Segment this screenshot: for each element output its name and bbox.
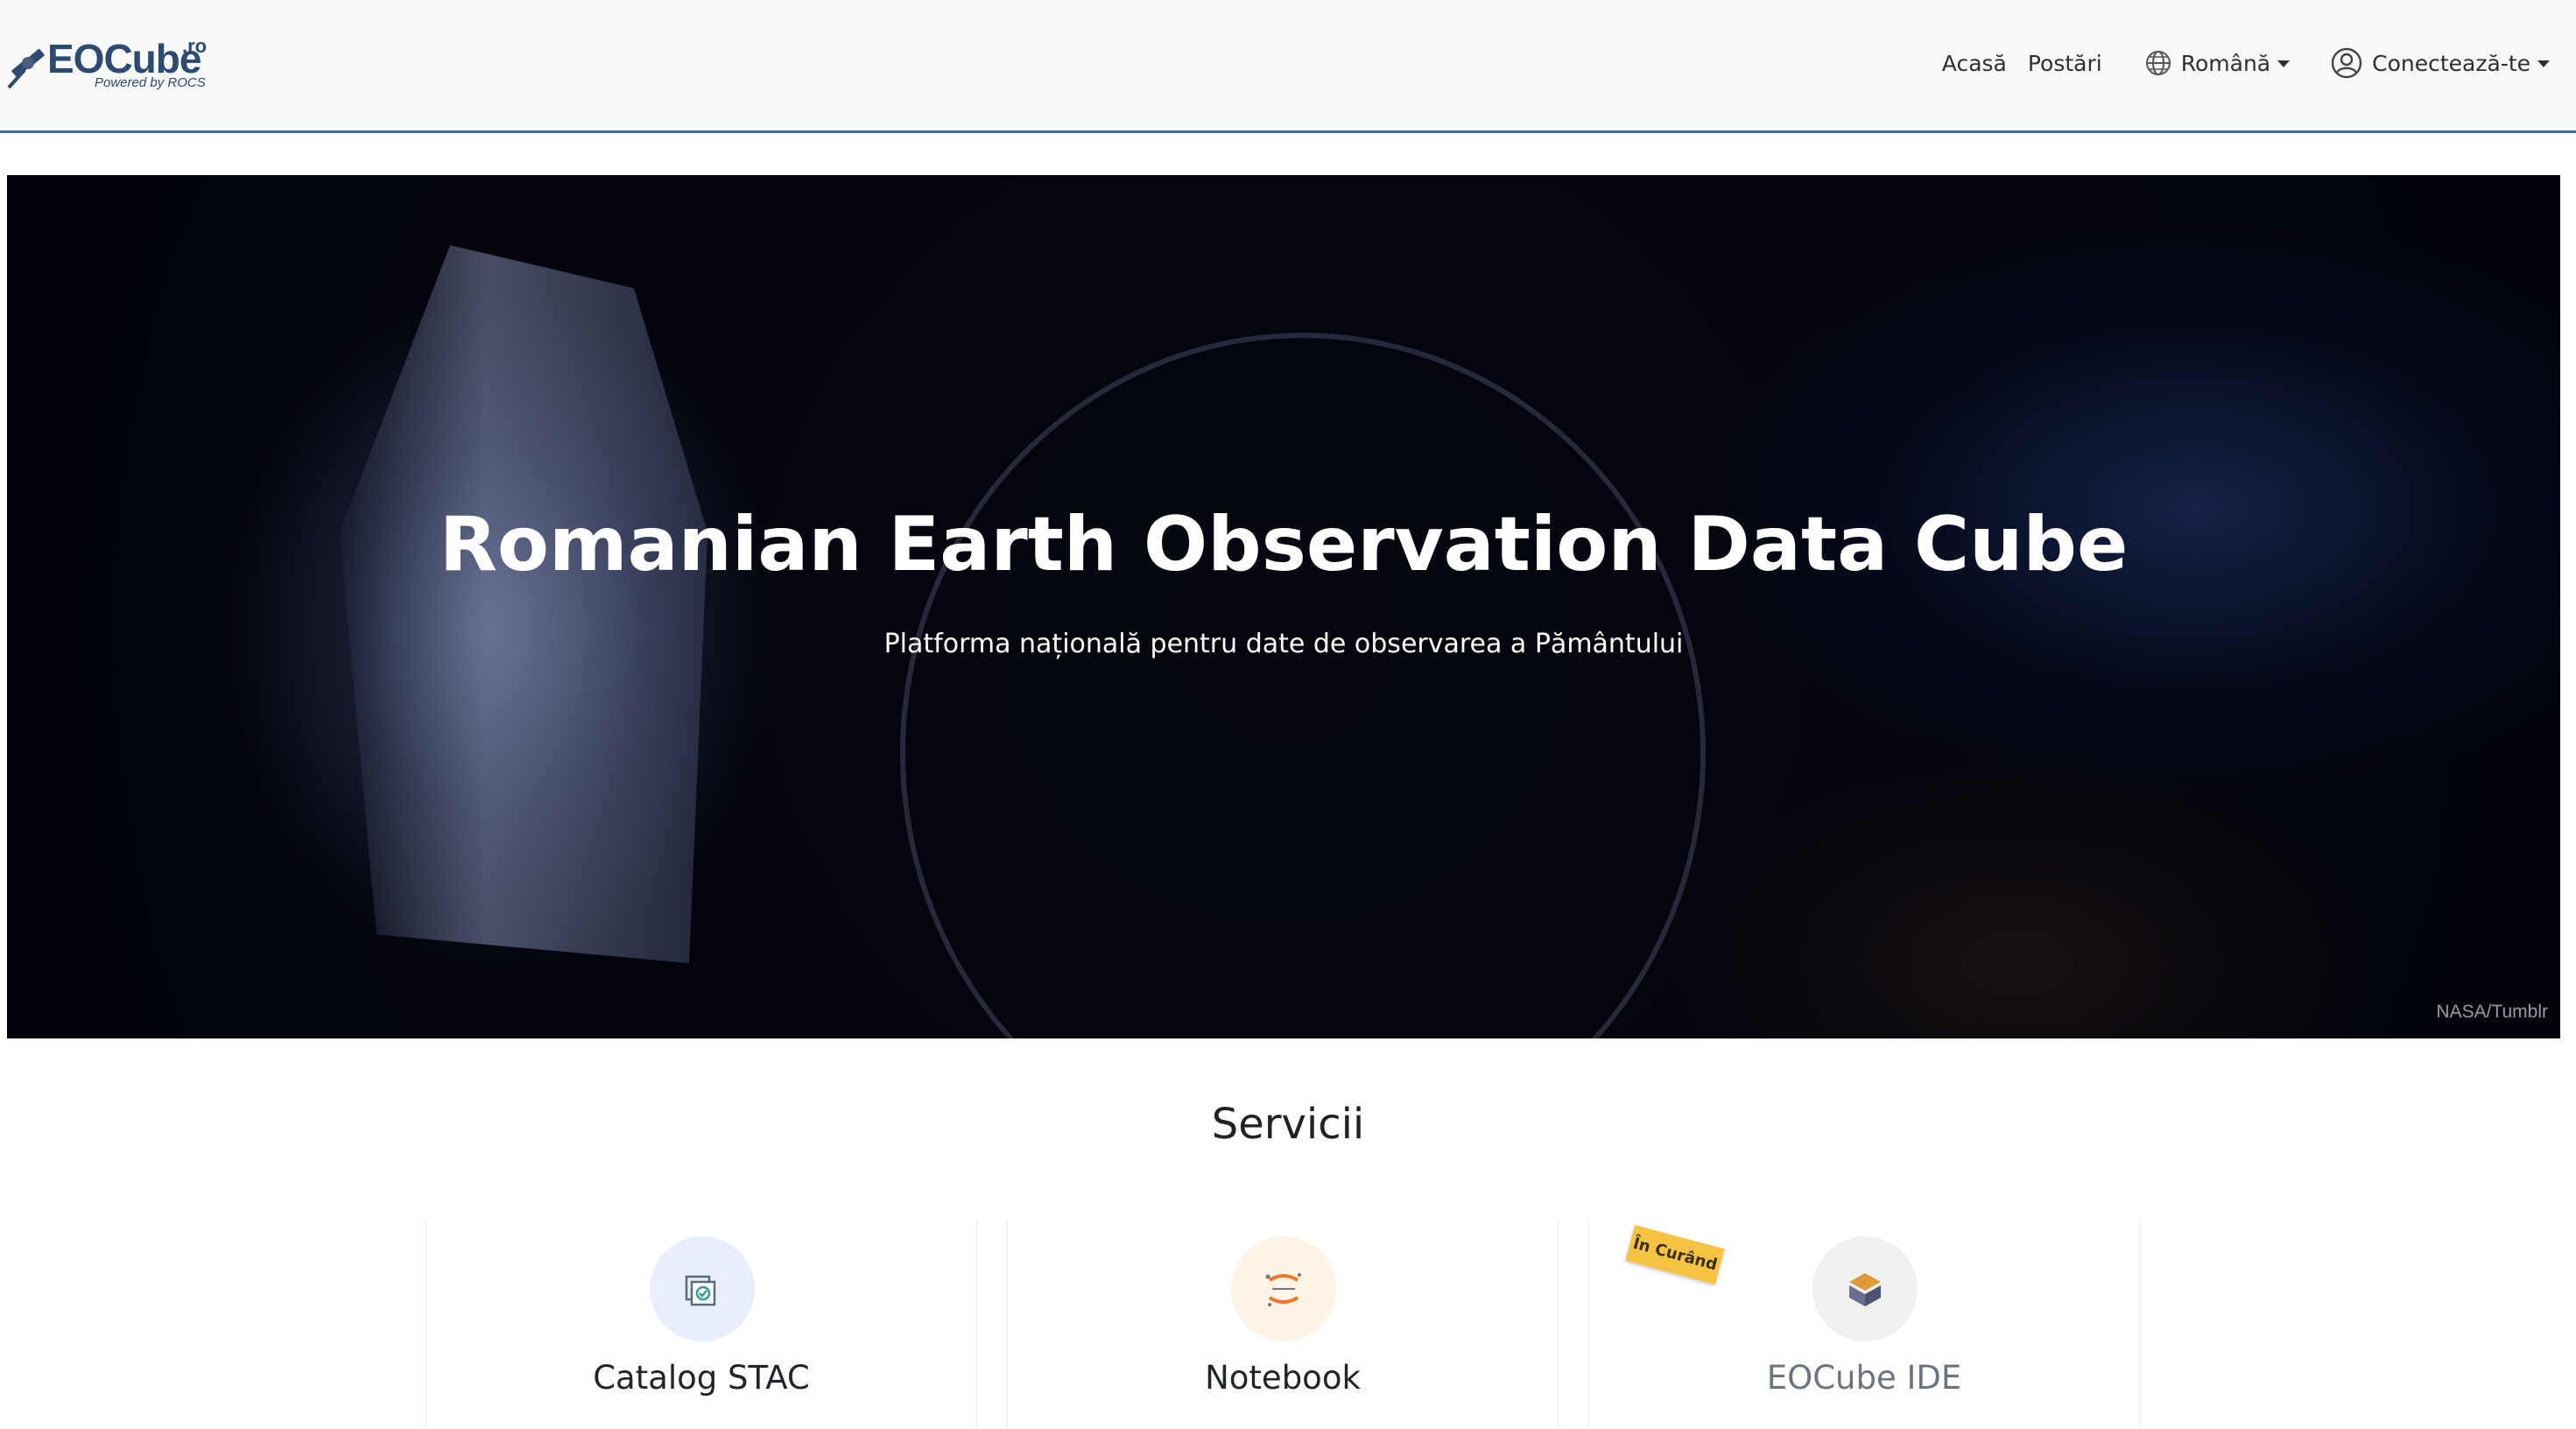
hero-title: Romanian Earth Observation Data Cube xyxy=(439,501,2129,588)
brand-name: EOCube xyxy=(47,36,201,81)
nav-link-posts[interactable]: Postări xyxy=(2017,51,2113,76)
service-card-label: Notebook xyxy=(1205,1359,1361,1397)
service-card-notebook[interactable]: Notebook xyxy=(1007,1219,1559,1429)
service-card-catalog-stac[interactable]: Catalog STAC xyxy=(426,1219,977,1429)
user-circle-icon xyxy=(2331,47,2362,79)
chevron-down-icon xyxy=(2537,60,2550,67)
login-dropdown[interactable]: Conectează-te xyxy=(2330,46,2550,80)
services-cards: Catalog STAC Notebook EOCube IDE xyxy=(426,1219,2142,1429)
language-label: Română xyxy=(2180,50,2271,76)
service-card-label: Catalog STAC xyxy=(593,1359,810,1397)
brand-logo-link[interactable]: EOCube .ro Powered by ROCS xyxy=(7,35,208,95)
catalog-stac-icon xyxy=(650,1236,755,1341)
jupyter-icon xyxy=(1231,1236,1336,1341)
globe-icon xyxy=(2145,51,2171,75)
language-dropdown[interactable]: Română xyxy=(2144,49,2291,77)
hero-banner: Romanian Earth Observation Data Cube Pla… xyxy=(7,175,2560,1038)
service-card-label: EOCube IDE xyxy=(1766,1359,1962,1397)
hero-background-window xyxy=(900,333,1706,1038)
hero-subtitle: Platforma națională pentru date de obser… xyxy=(883,629,1684,659)
chevron-down-icon xyxy=(2277,60,2291,67)
hero-background-hatch xyxy=(340,245,707,963)
login-label: Conectează-te xyxy=(2372,50,2530,76)
top-navbar: EOCube .ro Powered by ROCS Acasă Postări… xyxy=(0,0,2576,133)
brand-tagline: Powered by ROCS xyxy=(95,75,206,90)
nav-link-home[interactable]: Acasă xyxy=(1932,51,2017,76)
services-heading: Servicii xyxy=(1211,1100,1365,1149)
nav-menu: Acasă Postări Română Conectează-te xyxy=(1932,42,2550,84)
brand-tld: .ro xyxy=(182,35,208,57)
eocube-ide-icon xyxy=(1812,1236,1918,1341)
image-credit: NASA/Tumblr xyxy=(2436,1002,2548,1022)
